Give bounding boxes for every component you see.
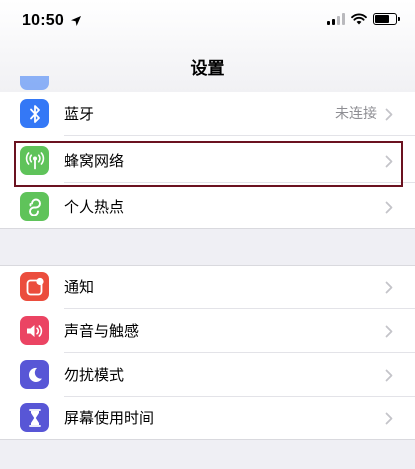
row-label: 蜂窝网络 xyxy=(64,152,125,170)
settings-screen: 10:50 设置 蓝牙 未连接 蜂窝网络 个人热点 通知 声音与触感 勿扰模式 … xyxy=(0,0,415,469)
settings-row-hotspot[interactable]: 个人热点 xyxy=(0,185,415,229)
system-group: 通知 声音与触感 勿扰模式 屏幕使用时间 xyxy=(0,265,415,440)
settings-row-do-not-disturb[interactable]: 勿扰模式 xyxy=(0,353,415,397)
hourglass-icon xyxy=(20,403,49,432)
chevron-right-icon xyxy=(385,108,393,121)
row-label: 通知 xyxy=(64,278,95,296)
location-arrow-icon xyxy=(71,16,81,26)
row-label: 屏幕使用时间 xyxy=(64,409,155,427)
sound-icon xyxy=(20,316,49,345)
settings-row-bluetooth[interactable]: 蓝牙 未连接 xyxy=(0,92,415,136)
chevron-right-icon xyxy=(385,412,393,425)
bluetooth-icon xyxy=(20,99,49,128)
row-label: 蓝牙 xyxy=(64,105,95,123)
row-label: 勿扰模式 xyxy=(64,366,125,384)
row-label: 个人热点 xyxy=(64,198,125,216)
settings-row-screen-time[interactable]: 屏幕使用时间 xyxy=(0,396,415,440)
row-label: 声音与触感 xyxy=(64,322,140,340)
chevron-right-icon xyxy=(385,155,393,168)
notifications-icon xyxy=(20,272,49,301)
page-title: 设置 xyxy=(190,59,225,79)
status-indicators xyxy=(327,13,400,25)
moon-icon xyxy=(20,360,49,389)
chevron-right-icon xyxy=(385,201,393,214)
settings-row-sounds[interactable]: 声音与触感 xyxy=(0,309,415,353)
row-value: 未连接 xyxy=(335,106,377,122)
chevron-right-icon xyxy=(385,281,393,294)
navigation-header: 10:50 设置 xyxy=(0,0,415,92)
cellular-signal-icon xyxy=(327,13,345,25)
partial-wifi-icon xyxy=(20,76,49,90)
settings-row-notifications[interactable]: 通知 xyxy=(0,265,415,309)
battery-icon xyxy=(373,13,400,25)
chevron-right-icon xyxy=(385,369,393,382)
cellular-icon xyxy=(20,146,49,175)
wifi-icon xyxy=(351,13,367,25)
connectivity-group: 蓝牙 未连接 蜂窝网络 个人热点 xyxy=(0,92,415,229)
hotspot-icon xyxy=(20,192,49,221)
status-time: 10:50 xyxy=(22,12,64,29)
chevron-right-icon xyxy=(385,325,393,338)
settings-row-cellular[interactable]: 蜂窝网络 xyxy=(0,139,415,183)
